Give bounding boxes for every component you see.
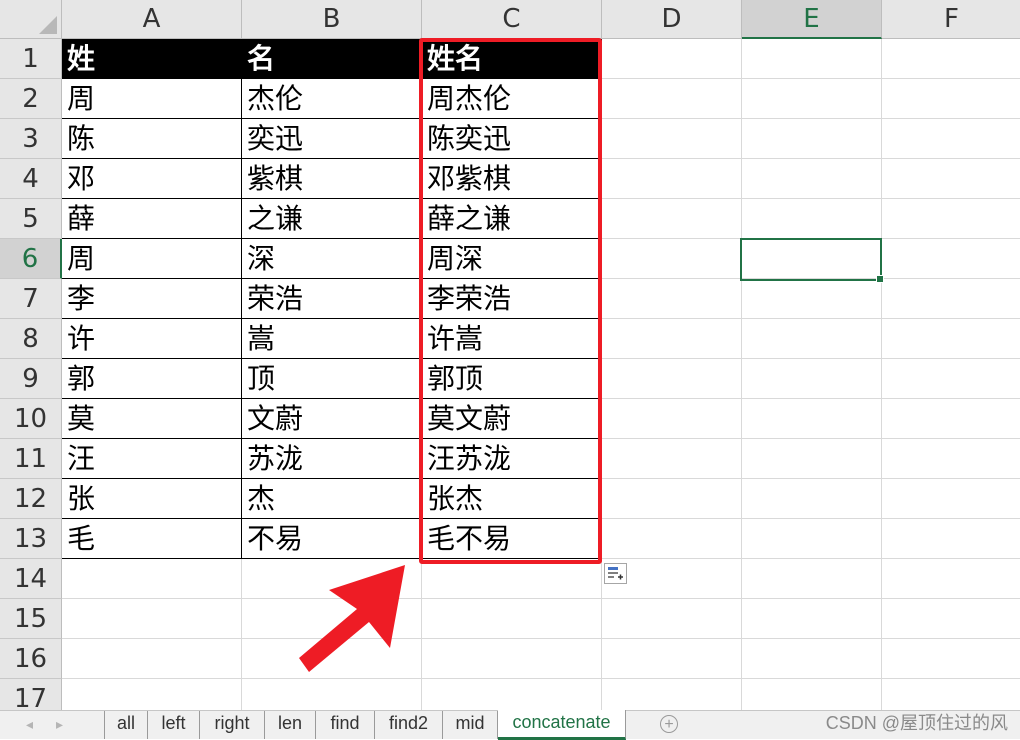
row-header-3[interactable]: 3 (0, 119, 62, 159)
column-header-e[interactable]: E (742, 0, 882, 39)
sheet-tab-mid[interactable]: mid (443, 711, 498, 739)
row-header-1[interactable]: 1 (0, 39, 62, 79)
cell-a10[interactable]: 莫 (62, 399, 242, 439)
gridline (62, 638, 1020, 639)
cell-b8[interactable]: 嵩 (242, 319, 422, 359)
row-header-15[interactable]: 15 (0, 599, 62, 639)
sheet-tab-right[interactable]: right (200, 711, 265, 739)
column-header-d[interactable]: D (602, 0, 742, 39)
row-header-8[interactable]: 8 (0, 319, 62, 359)
gridline (741, 39, 742, 710)
cell-b13[interactable]: 不易 (242, 519, 422, 559)
cell-a12[interactable]: 张 (62, 479, 242, 519)
highlight-box (419, 38, 602, 564)
fill-handle[interactable] (876, 275, 884, 283)
cell-b11[interactable]: 苏泷 (242, 439, 422, 479)
sheet-tab-bar: ◂ ▸ all left right len find find2 mid concatena… (0, 710, 1020, 740)
row-header-2[interactable]: 2 (0, 79, 62, 119)
row-header-9[interactable]: 9 (0, 359, 62, 399)
sheet-tab-find[interactable]: find (316, 711, 375, 739)
cell-a11[interactable]: 汪 (62, 439, 242, 479)
column-header-a[interactable]: A (62, 0, 242, 39)
cell-a6[interactable]: 周 (62, 239, 242, 279)
sheet-tab-len[interactable]: len (265, 711, 316, 739)
cell-a9[interactable]: 郭 (62, 359, 242, 399)
row-header-14[interactable]: 14 (0, 559, 62, 599)
gridline (881, 39, 882, 710)
cell-b10[interactable]: 文蔚 (242, 399, 422, 439)
column-header-b[interactable]: B (242, 0, 422, 39)
sheet-tab-find2[interactable]: find2 (375, 711, 443, 739)
cell-a3[interactable]: 陈 (62, 119, 242, 159)
spreadsheet-grid[interactable]: ABCDEF 1 2 3 4 5 6 7 8 9 10 11 12 13 14 15 16 17 姓名姓名周杰伦… (0, 0, 1020, 710)
row-header-7[interactable]: 7 (0, 279, 62, 319)
watermark: CSDN @屋顶住过的风 (825, 713, 1008, 733)
cell-a2[interactable]: 周 (62, 79, 242, 119)
gridline (62, 678, 1020, 679)
cell-a1[interactable]: 姓 (62, 39, 242, 79)
select-all-corner[interactable] (0, 0, 62, 39)
cell-a5[interactable]: 薛 (62, 199, 242, 239)
row-header-4[interactable]: 4 (0, 159, 62, 199)
cell-b4[interactable]: 紫棋 (242, 159, 422, 199)
cell-b3[interactable]: 奕迅 (242, 119, 422, 159)
row-header-5[interactable]: 5 (0, 199, 62, 239)
next-sheet-icon[interactable]: ▸ (56, 716, 63, 733)
row-header-16[interactable]: 16 (0, 639, 62, 679)
prev-sheet-icon[interactable]: ◂ (26, 716, 33, 733)
row-header-13[interactable]: 13 (0, 519, 62, 559)
selected-cell-E6[interactable] (740, 238, 884, 283)
sheet-tab-concatenate[interactable]: concatenate (498, 710, 626, 740)
cell-b1[interactable]: 名 (242, 39, 422, 79)
cell-b6[interactable]: 深 (242, 239, 422, 279)
cell-a13[interactable]: 毛 (62, 519, 242, 559)
column-header-c[interactable]: C (422, 0, 602, 39)
cell-a4[interactable]: 邓 (62, 159, 242, 199)
cell-b12[interactable]: 杰 (242, 479, 422, 519)
cell-b2[interactable]: 杰伦 (242, 79, 422, 119)
red-arrow-icon (299, 565, 405, 672)
cell-a7[interactable]: 李 (62, 279, 242, 319)
column-header-f[interactable]: F (882, 0, 1020, 39)
add-sheet-icon[interactable]: + (660, 715, 678, 733)
row-header-12[interactable]: 12 (0, 479, 62, 519)
sheet-tab-all[interactable]: all (104, 711, 148, 739)
gridline (62, 598, 1020, 599)
row-header-11[interactable]: 11 (0, 439, 62, 479)
paste-options-icon[interactable] (604, 563, 627, 584)
row-header-6[interactable]: 6 (0, 239, 62, 279)
cell-b9[interactable]: 顶 (242, 359, 422, 399)
row-header-10[interactable]: 10 (0, 399, 62, 439)
row-header-17[interactable]: 17 (0, 679, 62, 710)
cell-b7[interactable]: 荣浩 (242, 279, 422, 319)
cell-b5[interactable]: 之谦 (242, 199, 422, 239)
cell-a8[interactable]: 许 (62, 319, 242, 359)
sheet-tab-left[interactable]: left (148, 711, 200, 739)
